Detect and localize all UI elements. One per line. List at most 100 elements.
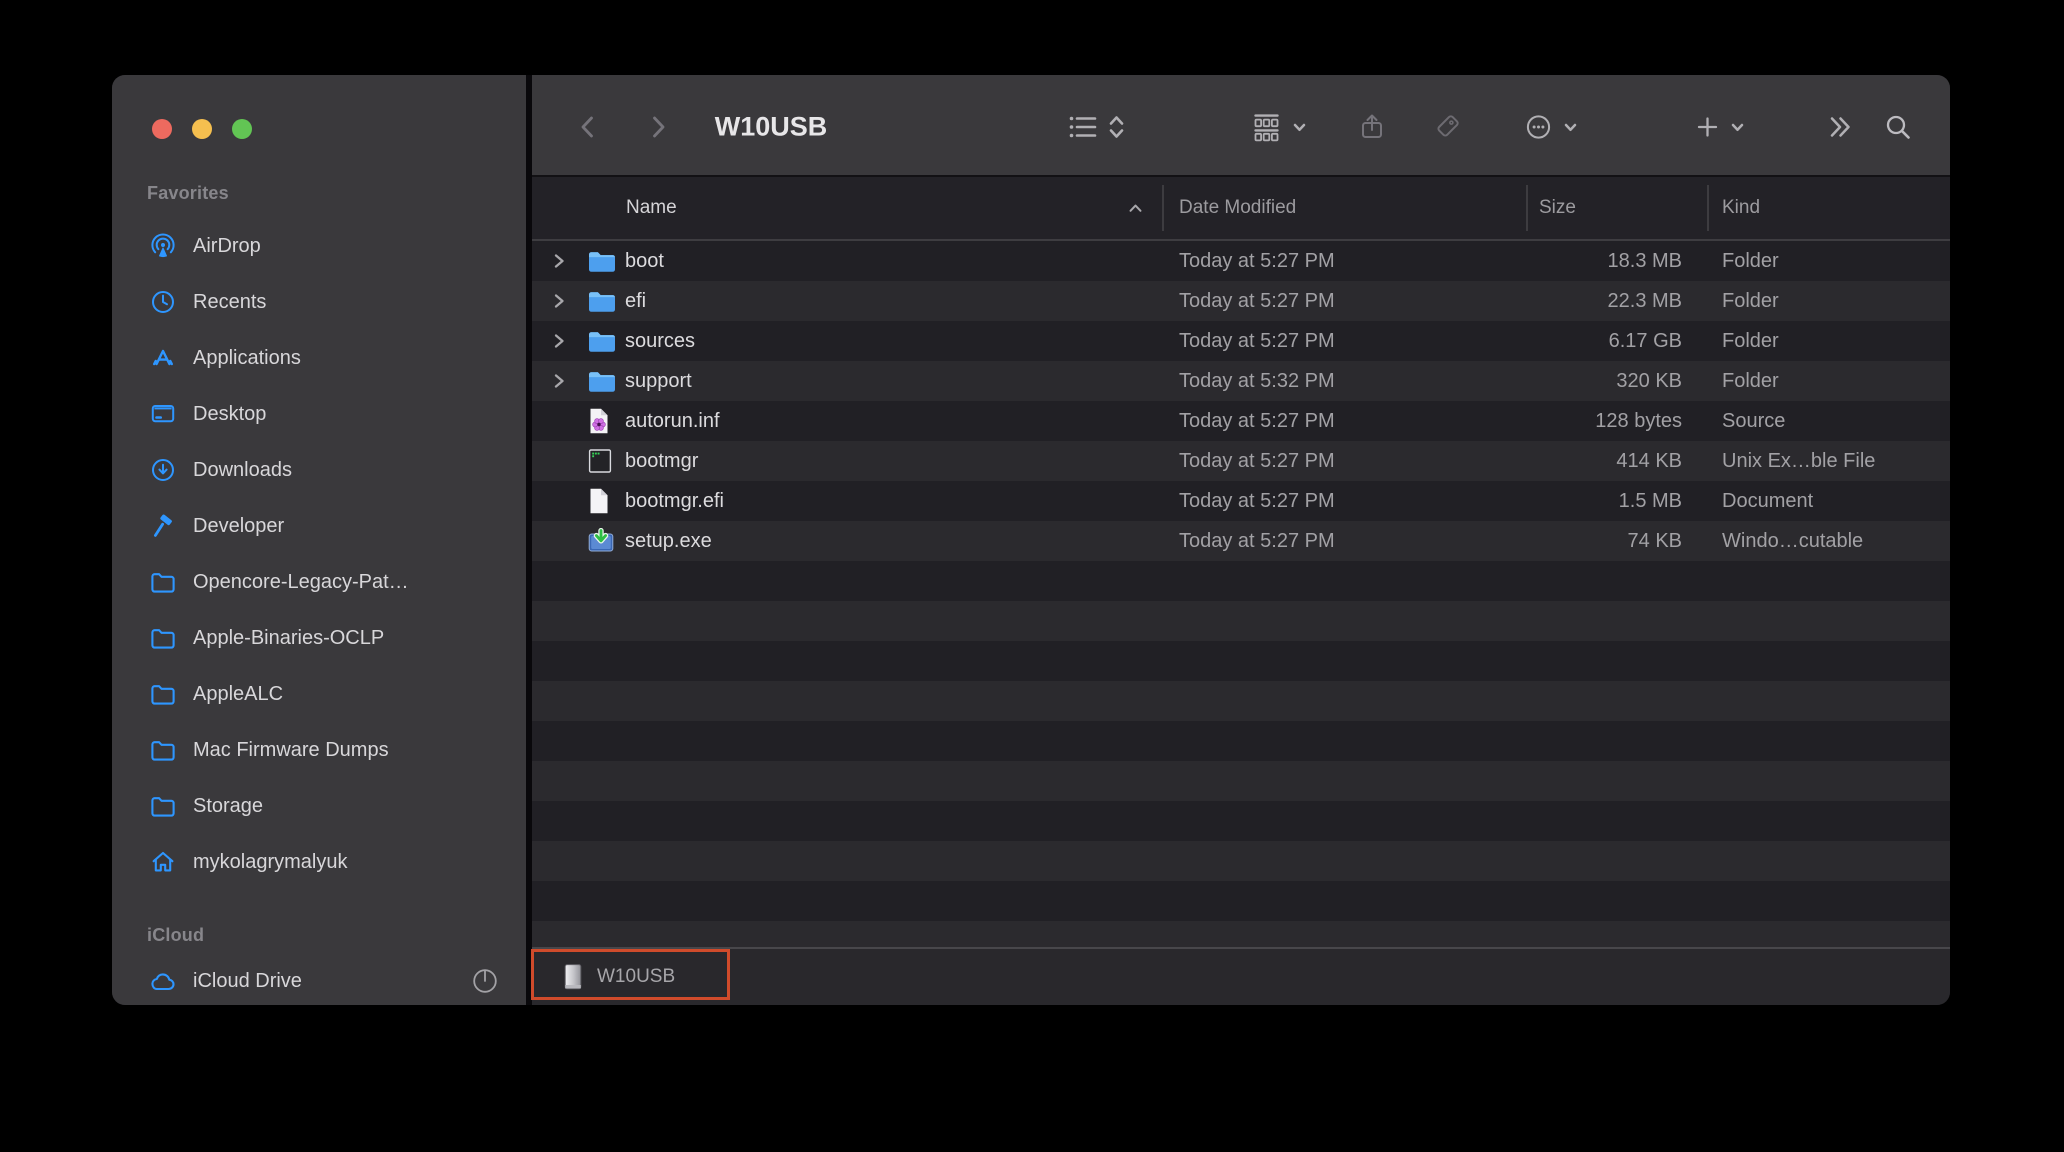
sidebar-item-label: Applications [193,346,301,369]
tag-button[interactable] [1432,112,1462,142]
sidebar-item-storage[interactable]: Storage [112,778,526,834]
sidebar-item-applications[interactable]: Applications [112,330,526,386]
file-row-bootmgr[interactable]: bootmgr Today at 5:27 PM 414 KB Unix Ex…ble… [532,441,1950,481]
disclosure-chevron-icon[interactable] [552,372,566,390]
sidebar-item-downloads[interactable]: Downloads [112,442,526,498]
file-size: 320 KB [1616,370,1682,392]
row-stripe [532,601,1950,641]
sidebar-item-label: Recents [193,290,267,313]
sidebar-item-label: Opencore-Legacy-Pat… [193,570,409,593]
file-name: setup.exe [625,530,712,552]
file-date-modified: Today at 5:32 PM [1179,370,1335,392]
search-button[interactable] [1883,112,1913,142]
sidebar-item-opencore-legacy-pat-[interactable]: Opencore-Legacy-Pat… [112,554,526,610]
disclosure-chevron-icon[interactable] [552,292,566,310]
chevron-down-icon [1563,119,1579,135]
file-kind: Windo…cutable [1722,530,1864,552]
file-list: boot Today at 5:27 PM 18.3 MB Folder efi Toda… [532,241,1950,947]
file-date-modified: Today at 5:27 PM [1179,530,1335,552]
file-kind: Source [1722,410,1786,432]
file-kind: Folder [1722,330,1779,352]
file-date-modified: Today at 5:27 PM [1179,250,1335,272]
sidebar-item-label: mykolagrymalyuk [193,850,348,873]
file-row-efi[interactable]: efi Today at 5:27 PM 22.3 MB Folder [532,281,1950,321]
file-row-boot[interactable]: boot Today at 5:27 PM 18.3 MB Folder [532,241,1950,281]
column-header-date-modified[interactable]: Date Modified [1179,177,1296,239]
file-kind: Folder [1722,370,1779,392]
sidebar-item-recents[interactable]: Recents [112,274,526,330]
sidebar-item-label: Desktop [193,402,267,425]
progress-pie-icon [470,966,500,996]
group-view-icon [1251,112,1283,142]
double-chevron-icon [1825,114,1853,140]
sidebar-section-label: Favorites [147,183,229,203]
folder-icon [148,679,178,709]
disclosure-chevron-icon[interactable] [552,332,566,350]
list-view-icon [1068,114,1098,140]
back-button[interactable] [578,114,596,140]
file-kind: Folder [1722,290,1779,312]
sidebar-section-label: iCloud [147,925,205,945]
column-divider[interactable] [1707,185,1709,231]
column-header-name[interactable]: Name [626,177,677,239]
list-header: Name Date Modified Size Kind [532,177,1950,241]
sidebar-item-developer[interactable]: Developer [112,498,526,554]
sidebar-item-mac-firmware-dumps[interactable]: Mac Firmware Dumps [112,722,526,778]
column-divider[interactable] [1162,185,1164,231]
group-button[interactable] [1251,112,1308,142]
inf-document-icon [587,407,611,435]
folder-icon [148,791,178,821]
sidebar-item-label: Developer [193,514,285,537]
file-date-modified: Today at 5:27 PM [1179,410,1335,432]
row-stripe [532,721,1950,761]
file-name: bootmgr.efi [625,490,724,512]
file-size: 414 KB [1616,450,1682,472]
sidebar-item-mykolagrymalyuk[interactable]: mykolagrymalyuk [112,834,526,890]
file-kind: Document [1722,490,1814,512]
file-row-autorun-inf[interactable]: autorun.inf Today at 5:27 PM 128 bytes Sour… [532,401,1950,441]
sidebar-item-apple-binaries-oclp[interactable]: Apple-Binaries-OCLP [112,610,526,666]
cloud-icon [148,966,178,996]
unix-executable-icon [587,448,613,474]
appstore-icon [148,343,178,373]
hammer-icon [148,511,178,541]
sidebar-item-applealc[interactable]: AppleALC [112,666,526,722]
file-row-sources[interactable]: sources Today at 5:27 PM 6.17 GB Folder [532,321,1950,361]
file-row-support[interactable]: support Today at 5:32 PM 320 KB Folder [532,361,1950,401]
more-actions-button[interactable] [1524,112,1579,142]
toolbar-overflow-button[interactable] [1825,114,1853,140]
sidebar-item-icloud-drive[interactable]: iCloud Drive [112,953,526,1005]
forward-button[interactable] [650,114,668,140]
sidebar-item-label: Storage [193,794,264,817]
folder-blue-icon [587,289,617,314]
row-stripe [532,761,1950,801]
disclosure-chevron-icon[interactable] [552,252,566,270]
share-button[interactable] [1358,112,1386,142]
file-row-bootmgr-efi[interactable]: bootmgr.efi Today at 5:27 PM 1.5 MB Documen… [532,481,1950,521]
file-size: 128 bytes [1595,410,1682,432]
column-divider[interactable] [1526,185,1528,231]
file-name: autorun.inf [625,410,720,432]
file-date-modified: Today at 5:27 PM [1179,450,1335,472]
column-header-kind[interactable]: Kind [1722,177,1760,239]
search-icon [1883,112,1913,142]
home-icon [148,847,178,877]
file-name: support [625,370,692,392]
finder-window: Favorites AirDrop Recents Applications Deskt… [112,75,1950,1005]
view-options-button[interactable] [1068,113,1127,141]
sidebar-sections: Favorites AirDrop Recents Applications Deskt… [112,75,526,1005]
file-size: 22.3 MB [1607,290,1682,312]
file-size: 74 KB [1627,530,1682,552]
add-button[interactable] [1695,114,1746,140]
row-stripe [532,561,1950,601]
sidebar-item-label: AppleALC [193,682,284,705]
file-name: boot [625,250,664,272]
sidebar-item-desktop[interactable]: Desktop [112,386,526,442]
folder-blue-icon [587,369,617,394]
file-row-setup-exe[interactable]: setup.exe Today at 5:27 PM 74 KB Windo…cuta… [532,521,1950,561]
sidebar-item-label: AirDrop [193,234,261,257]
column-header-size[interactable]: Size [1539,177,1576,239]
sidebar-item-airdrop[interactable]: AirDrop [112,218,526,274]
sidebar-section-icloud: iCloud iCloud Drive [112,921,526,1005]
sidebar: Favorites AirDrop Recents Applications Deskt… [112,75,526,1005]
